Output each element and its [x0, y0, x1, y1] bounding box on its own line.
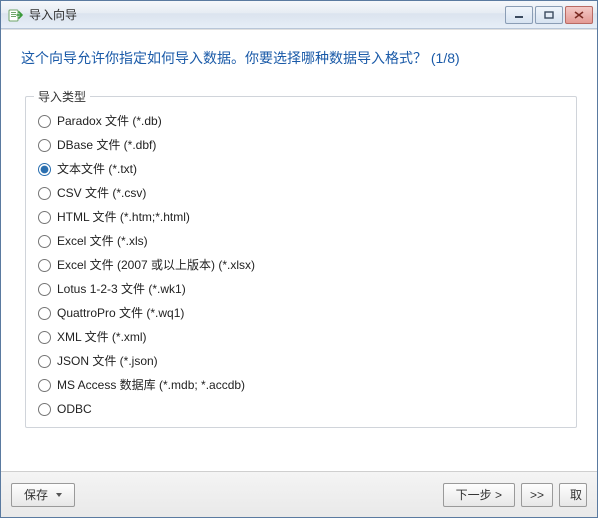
import-type-option-label: Lotus 1-2-3 文件 (*.wk1)	[57, 281, 186, 297]
import-type-option-label: CSV 文件 (*.csv)	[57, 185, 146, 201]
import-type-options: Paradox 文件 (*.db) DBase 文件 (*.dbf) 文本文件 (*…	[38, 111, 564, 417]
import-type-option[interactable]: MS Access 数据库 (*.mdb; *.accdb)	[38, 377, 564, 393]
import-type-radio[interactable]	[38, 355, 51, 368]
import-type-radio[interactable]	[38, 211, 51, 224]
app-icon	[7, 7, 23, 23]
import-type-option-label: MS Access 数据库 (*.mdb; *.accdb)	[57, 377, 245, 393]
chevron-down-icon	[56, 493, 62, 497]
title-bar: 导入向导	[1, 1, 597, 29]
import-type-option[interactable]: QuattroPro 文件 (*.wq1)	[38, 305, 564, 321]
wizard-body: 这个向导允许你指定如何导入数据。你要选择哪种数据导入格式？ (1/8) 导入类型…	[1, 29, 597, 471]
import-type-radio[interactable]	[38, 139, 51, 152]
import-type-option[interactable]: HTML 文件 (*.htm;*.html)	[38, 209, 564, 225]
wizard-footer: 保存 下一步 > >> 取	[1, 471, 597, 517]
wizard-window: 导入向导 这个向导允许你指定如何导入数据。你要选择哪种数据导入格式？ (1/8)…	[0, 0, 598, 518]
import-type-option[interactable]: JSON 文件 (*.json)	[38, 353, 564, 369]
group-legend: 导入类型	[34, 88, 90, 105]
import-type-option[interactable]: XML 文件 (*.xml)	[38, 329, 564, 345]
import-type-radio[interactable]	[38, 115, 51, 128]
import-type-option-label: XML 文件 (*.xml)	[57, 329, 147, 345]
import-type-radio[interactable]	[38, 403, 51, 416]
import-type-option-label: JSON 文件 (*.json)	[57, 353, 158, 369]
skip-button-label: >>	[530, 488, 544, 502]
minimize-button[interactable]	[505, 6, 533, 24]
import-type-option[interactable]: Paradox 文件 (*.db)	[38, 113, 564, 129]
import-type-option[interactable]: DBase 文件 (*.dbf)	[38, 137, 564, 153]
import-type-option[interactable]: Lotus 1-2-3 文件 (*.wk1)	[38, 281, 564, 297]
page-heading: 这个向导允许你指定如何导入数据。你要选择哪种数据导入格式？ (1/8)	[1, 30, 597, 74]
maximize-button[interactable]	[535, 6, 563, 24]
import-type-option[interactable]: Excel 文件 (*.xls)	[38, 233, 564, 249]
import-type-option-label: Excel 文件 (*.xls)	[57, 233, 148, 249]
window-title: 导入向导	[29, 6, 503, 23]
import-type-option[interactable]: Excel 文件 (2007 或以上版本) (*.xlsx)	[38, 257, 564, 273]
import-type-option-label: 文本文件 (*.txt)	[57, 161, 137, 177]
cancel-button-label: 取	[570, 486, 582, 503]
import-type-option[interactable]: CSV 文件 (*.csv)	[38, 185, 564, 201]
import-type-radio[interactable]	[38, 235, 51, 248]
close-button[interactable]	[565, 6, 593, 24]
next-button-label: 下一步 >	[456, 486, 502, 503]
import-type-option-label: DBase 文件 (*.dbf)	[57, 137, 156, 153]
import-type-radio[interactable]	[38, 187, 51, 200]
import-type-option-label: ODBC	[57, 401, 92, 417]
cancel-button[interactable]: 取	[559, 483, 587, 507]
import-type-radio[interactable]	[38, 259, 51, 272]
import-type-option[interactable]: 文本文件 (*.txt)	[38, 161, 564, 177]
import-type-radio[interactable]	[38, 163, 51, 176]
import-type-radio[interactable]	[38, 379, 51, 392]
import-type-radio[interactable]	[38, 331, 51, 344]
import-type-option-label: QuattroPro 文件 (*.wq1)	[57, 305, 184, 321]
import-type-option-label: Excel 文件 (2007 或以上版本) (*.xlsx)	[57, 257, 255, 273]
window-controls	[503, 6, 593, 24]
save-button[interactable]: 保存	[11, 483, 75, 507]
next-button[interactable]: 下一步 >	[443, 483, 515, 507]
import-type-option[interactable]: ODBC	[38, 401, 564, 417]
import-type-radio[interactable]	[38, 283, 51, 296]
save-button-label: 保存	[24, 486, 48, 503]
import-type-group: 导入类型 Paradox 文件 (*.db)DBase 文件 (*.dbf)文本…	[25, 96, 577, 428]
import-type-option-label: Paradox 文件 (*.db)	[57, 113, 162, 129]
import-type-radio[interactable]	[38, 307, 51, 320]
import-type-option-label: HTML 文件 (*.htm;*.html)	[57, 209, 190, 225]
skip-button[interactable]: >>	[521, 483, 553, 507]
